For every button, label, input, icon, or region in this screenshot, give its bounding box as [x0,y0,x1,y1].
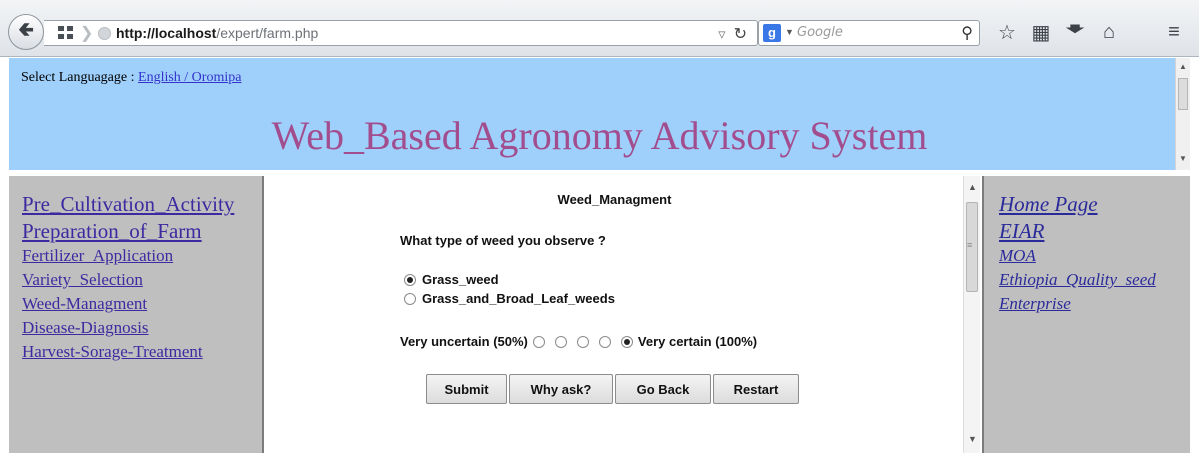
language-link[interactable]: English / Oromipa [138,70,241,85]
restart-button[interactable]: Restart [713,374,799,404]
url-path: /expert/farm.php [216,25,319,41]
scroll-thumb[interactable] [1178,78,1188,110]
reload-icon[interactable]: ↻ [734,26,747,43]
option-grass-and-broad-leaf[interactable]: Grass_and_Broad_Leaf_weeds [404,291,615,306]
chevron-right-icon: ❯ [80,25,94,42]
certainty-radio-1[interactable] [532,335,545,348]
right-links: Home Page EIAR MOA Ethiopia_Quality_seed… [982,176,1190,453]
certainty-radio-5[interactable] [620,335,633,348]
hamburger-menu-icon[interactable]: ≡ [1160,17,1188,47]
menu-item-harvest-storage-treatment[interactable]: Harvest-Sorage-Treatment [22,342,262,362]
search-icon[interactable]: ⚲ [961,23,973,43]
link-eiar[interactable]: EIAR [999,219,1190,244]
url-controls: ▿ ↻ [718,24,747,44]
header-banner: Select Languagage : English / Oromipa We… [9,58,1190,170]
star-icon[interactable]: ☆ [993,17,1021,47]
menu-item-variety-selection[interactable]: Variety_Selection [22,270,262,290]
certainty-low-label: Very uncertain (50%) [400,334,528,349]
google-logo-icon[interactable]: g [763,24,781,42]
address-bar[interactable]: ❯ http://localhost/expert/farm.php ▿ ↻ [44,20,758,46]
language-selector: Select Languagage : English / Oromipa [21,70,241,86]
scroll-up-icon[interactable]: ▲ [968,182,977,192]
app-grid-icon[interactable] [58,26,74,40]
banner-scrollbar[interactable]: ▲ ▼ [1175,58,1190,170]
link-ethiopia-quality-seed[interactable]: Ethiopia_Quality_seed [999,270,1190,290]
url-host: http://localhost [116,25,217,41]
action-buttons: Submit Why ask? Go Back Restart [426,374,801,404]
radio-grass-and-broad-leaf[interactable] [404,292,416,305]
menu-item-weed-management[interactable]: Weed-Managment [22,294,262,314]
scroll-down-icon[interactable]: ▼ [1179,154,1187,163]
section-title: Weed_Managment [557,192,672,207]
site-title: Web_Based Agronomy Advisory System [271,113,928,158]
scroll-up-icon[interactable]: ▲ [1179,62,1187,71]
bookmarks-list-icon[interactable]: ▦ [1027,17,1055,47]
globe-icon [98,27,111,40]
menu-item-pre-cultivation[interactable]: Pre_Cultivation_Activity [22,192,262,217]
go-back-button[interactable]: Go Back [615,374,711,404]
submit-button[interactable]: Submit [426,374,507,404]
question-text: What type of weed you observe ? [400,233,606,248]
dropdown-arrow-icon[interactable]: ▼ [785,27,794,37]
option-label: Grass_weed [422,272,499,287]
link-moa[interactable]: MOA [999,246,1190,266]
link-home-page[interactable]: Home Page [999,192,1190,217]
why-ask-button[interactable]: Why ask? [509,374,613,404]
option-grass-weed[interactable]: Grass_weed [404,272,499,287]
certainty-high-label: Very certain (100%) [637,334,758,349]
home-icon[interactable]: ⌂ [1095,17,1123,47]
menu-item-fertilizer-application[interactable]: Fertilizer_Application [22,246,262,266]
certainty-radio-4[interactable] [598,335,611,348]
menu-item-disease-diagnosis[interactable]: Disease-Diagnosis [22,318,262,338]
certainty-radio-3[interactable] [576,335,589,348]
left-menu: Pre_Cultivation_Activity Preparation_of_… [9,176,264,453]
browser-toolbar: 🢀 ❯ http://localhost/expert/farm.php ▿ ↻ … [0,0,1199,57]
scroll-grip-icon: ≡ [967,240,973,250]
download-icon[interactable]: 🡃 [1061,17,1089,47]
dropdown-arrow-icon[interactable]: ▿ [718,26,726,43]
back-arrow-icon[interactable]: 🢀 [8,14,44,50]
url-text[interactable]: http://localhost/expert/farm.php [116,25,318,41]
link-enterprise[interactable]: Enterprise [999,294,1190,314]
search-input[interactable]: Google [797,25,843,40]
radio-grass-weed[interactable] [404,273,416,286]
menu-item-preparation-of-farm[interactable]: Preparation_of_Farm [22,219,262,244]
language-label: Select Languagage : [21,70,139,85]
content-scrollbar[interactable]: ▲ ≡ ▼ [963,176,980,453]
scroll-down-icon[interactable]: ▼ [968,434,977,444]
certainty-radio-2[interactable] [554,335,567,348]
consultation-panel: Weed_Managment What type of weed you obs… [266,176,980,453]
option-label: Grass_and_Broad_Leaf_weeds [422,291,615,306]
search-bar[interactable]: g ▼ Google ⚲ [758,20,980,46]
certainty-scale: Very uncertain (50%) Very certain (100%) [400,334,757,349]
